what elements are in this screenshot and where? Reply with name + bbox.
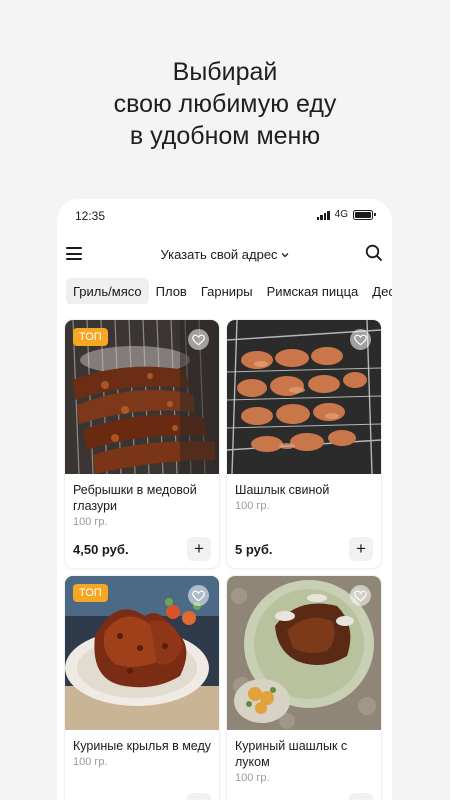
product-card[interactable]: ТОП Куриные крылья в меду 100 гр. +: [65, 576, 219, 800]
headline-line-2: свою любимую еду: [113, 90, 337, 118]
tab-garnish[interactable]: Гарниры: [194, 278, 260, 304]
tab-roman-pizza[interactable]: Римская пицца: [260, 278, 366, 304]
product-card[interactable]: Куриный шашлык с луком 100 гр. +: [227, 576, 381, 800]
product-title: Шашлык свиной: [235, 483, 330, 497]
top-badge: ТОП: [73, 328, 108, 346]
address-selector[interactable]: Указать свой адрес: [57, 246, 392, 262]
tab-grill-meat[interactable]: Гриль/мясо: [66, 278, 149, 304]
plus-icon: +: [194, 539, 204, 558]
status-indicators: 4G: [316, 209, 376, 220]
heart-icon[interactable]: [350, 329, 371, 350]
add-to-cart-button[interactable]: +: [187, 537, 211, 561]
product-photo: [227, 320, 381, 474]
product-card[interactable]: Шашлык свиной 100 гр. 5 руб. +: [227, 320, 381, 568]
product-price: 4,50 руб.: [73, 542, 129, 557]
heart-icon[interactable]: [188, 585, 209, 606]
product-photo: [227, 576, 381, 730]
product-weight: 100 гр.: [73, 756, 108, 768]
status-bar: 12:35 4G: [57, 199, 392, 233]
status-time: 12:35: [75, 209, 106, 223]
product-title: Ребрышки в медовой глазури: [73, 483, 197, 513]
plus-icon: +: [194, 795, 204, 800]
product-weight: 100 гр.: [235, 772, 270, 784]
product-title: Куриный шашлык с луком: [235, 739, 348, 769]
product-price: 5 руб.: [235, 542, 273, 557]
headline-line-3: в удобном меню: [129, 122, 321, 150]
heart-icon[interactable]: [188, 329, 209, 350]
top-badge: ТОП: [73, 584, 108, 602]
product-weight: 100 гр.: [73, 516, 108, 528]
tab-desserts[interactable]: Дес: [365, 278, 392, 304]
search-icon[interactable]: [365, 244, 383, 262]
battery-icon: [353, 209, 376, 220]
promo-headline: Выбирай свою любимую еду в удобном меню: [0, 56, 450, 152]
category-tabs: Гриль/мясо Плов Гарниры Римская пицца Де…: [66, 278, 392, 304]
chevron-down-icon: [281, 246, 289, 261]
product-title: Куриные крылья в меду: [73, 739, 212, 753]
address-label: Указать свой адрес: [160, 247, 278, 262]
tab-plov[interactable]: Плов: [149, 278, 194, 304]
product-weight: 100 гр.: [235, 500, 270, 512]
phone-screen: 12:35 4G Указать свой адрес Гриль/мясо П…: [57, 199, 392, 800]
product-card[interactable]: ТОП Ребрышки в медовой глазури 100 гр. 4…: [65, 320, 219, 568]
headline-line-1: Выбирай: [172, 58, 278, 86]
product-photo: ТОП: [65, 320, 219, 474]
top-app-bar: Указать свой адрес: [57, 237, 392, 271]
plus-icon: +: [356, 795, 366, 800]
network-type: 4G: [334, 209, 348, 220]
heart-icon[interactable]: [350, 585, 371, 606]
add-to-cart-button[interactable]: +: [187, 793, 211, 800]
add-to-cart-button[interactable]: +: [349, 537, 373, 561]
add-to-cart-button[interactable]: +: [349, 793, 373, 800]
signal-icon: [316, 210, 330, 220]
product-photo: ТОП: [65, 576, 219, 730]
plus-icon: +: [356, 539, 366, 558]
